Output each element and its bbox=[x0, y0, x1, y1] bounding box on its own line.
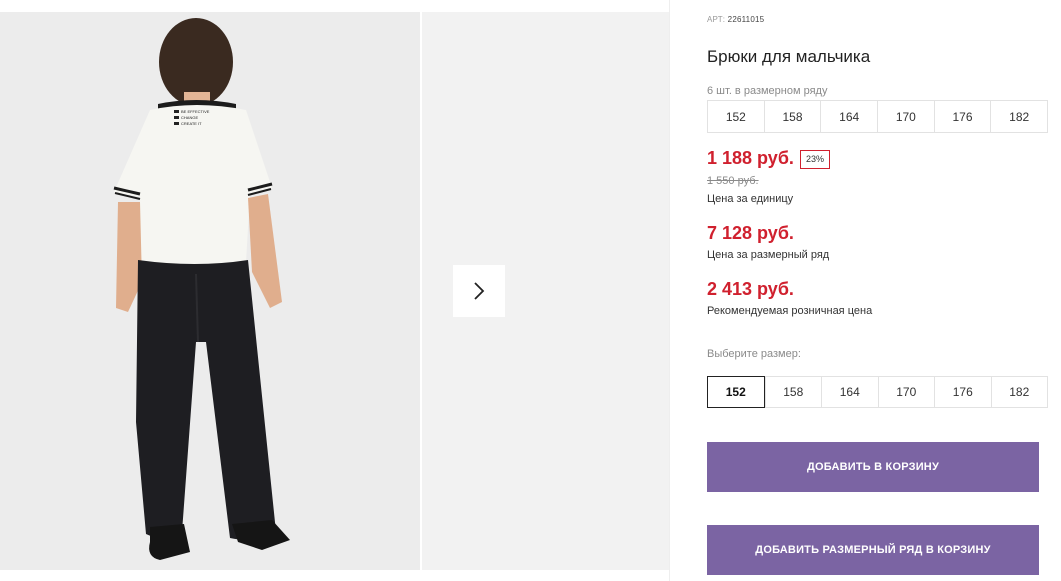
product-photo-illustration: BE EFFECTIVE CHANGE CREATE IT bbox=[0, 12, 420, 570]
choose-size-label: Выберите размер: bbox=[707, 348, 801, 360]
product-photo-main[interactable]: BE EFFECTIVE CHANGE CREATE IT bbox=[0, 12, 420, 570]
shirt-print-line: CHANGE bbox=[181, 115, 198, 120]
retail-price: 2 413 руб. bbox=[707, 279, 794, 299]
row-price-caption: Цена за размерный ряд bbox=[707, 249, 830, 261]
product-title: Брюки для мальчика bbox=[707, 47, 871, 66]
gallery-next-button[interactable] bbox=[453, 265, 505, 317]
size-row-item: 164 bbox=[820, 101, 877, 132]
size-row-item: 182 bbox=[990, 101, 1047, 132]
discount-badge: 23% bbox=[800, 150, 831, 169]
size-row-item: 152 bbox=[725, 109, 746, 124]
chevron-right-icon bbox=[474, 282, 485, 300]
unit-price: 1 188 руб. bbox=[707, 148, 794, 168]
size-selector: 152 158 164 170 176 182 bbox=[707, 376, 1048, 408]
panel-divider bbox=[669, 0, 670, 581]
old-price: 1 550 руб. bbox=[707, 175, 759, 187]
size-option[interactable]: 176 bbox=[934, 377, 991, 407]
article-value: 22611015 bbox=[727, 15, 765, 24]
retail-price-caption: Рекомендуемая розничная цена bbox=[707, 305, 873, 317]
shirt-print-line: BE EFFECTIVE bbox=[181, 109, 210, 114]
shirt-print-line: CREATE IT bbox=[181, 121, 202, 126]
unit-price-caption: Цена за единицу bbox=[707, 193, 794, 205]
row-price: 7 128 руб. bbox=[707, 223, 794, 243]
size-option[interactable]: 170 bbox=[877, 377, 935, 407]
size-row-item: 170 bbox=[877, 101, 934, 132]
size-option[interactable]: 164 bbox=[821, 377, 878, 407]
article-label: АРТ: bbox=[707, 15, 726, 24]
size-option-selected[interactable]: 152 bbox=[707, 376, 765, 408]
article-number: АРТ: 22611015 bbox=[707, 15, 764, 24]
size-row-item: 176 bbox=[933, 101, 991, 132]
add-to-cart-button[interactable]: ДОБАВИТЬ В КОРЗИНУ bbox=[707, 442, 1039, 492]
size-row-note: 6 шт. в размерном ряду bbox=[707, 85, 828, 97]
product-gallery: BE EFFECTIVE CHANGE CREATE IT bbox=[0, 12, 669, 570]
size-row-item: 158 bbox=[763, 101, 821, 132]
size-row-list: 152 158 164 170 176 182 bbox=[707, 100, 1048, 133]
size-option[interactable]: 182 bbox=[990, 377, 1048, 407]
add-size-row-to-cart-button[interactable]: ДОБАВИТЬ РАЗМЕРНЫЙ РЯД В КОРЗИНУ bbox=[707, 525, 1039, 575]
size-option[interactable]: 158 bbox=[764, 377, 822, 407]
